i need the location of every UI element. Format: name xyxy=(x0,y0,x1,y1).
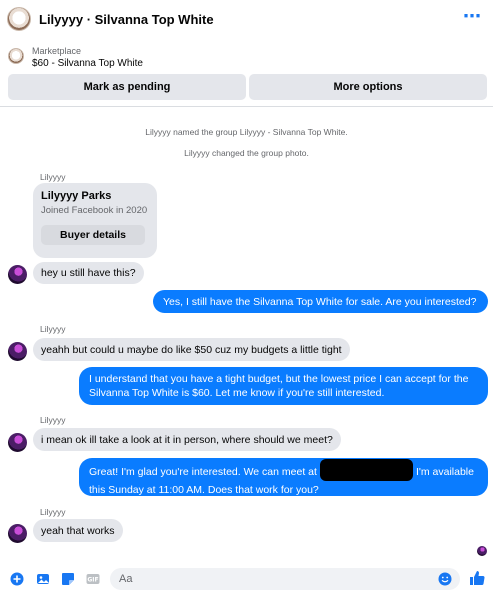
avatar[interactable] xyxy=(8,524,27,543)
svg-text:GIF: GIF xyxy=(87,577,98,584)
marketplace-listing[interactable]: Marketplace $60 - Silvanna Top White xyxy=(8,45,143,71)
conversation-title[interactable]: Lilyyyy · Silvanna Top White xyxy=(39,12,214,27)
system-message: Lilyyyy changed the group photo. xyxy=(184,148,309,158)
composer-bar: GIF Aa xyxy=(0,563,493,595)
sender-name: Lilyyyy xyxy=(40,507,66,517)
message-bubble[interactable]: I understand that you have a tight budge… xyxy=(79,367,488,405)
message-bubble[interactable]: yeah that works xyxy=(33,519,123,542)
listing-thumbnail xyxy=(8,48,24,64)
thumbs-up-icon[interactable] xyxy=(469,570,485,586)
message-bubble[interactable]: Yes, I still have the Silvanna Top White… xyxy=(153,290,488,313)
profile-name[interactable]: Lilyyyy Parks xyxy=(41,190,149,202)
message-input[interactable]: Aa xyxy=(110,568,460,590)
marketplace-label: Marketplace xyxy=(32,46,82,56)
redacted-location xyxy=(319,459,413,481)
group-avatar[interactable] xyxy=(7,7,31,31)
header-divider xyxy=(0,106,493,107)
mark-as-pending-button[interactable]: Mark as pending xyxy=(8,74,246,100)
message-text: Great! I'm glad you're interested. We ca… xyxy=(89,465,317,478)
more-options-button[interactable]: More options xyxy=(249,74,487,100)
plus-circle-icon[interactable] xyxy=(10,572,24,586)
listing-actions: Mark as pending More options xyxy=(8,74,487,100)
sender-name: Lilyyyy xyxy=(40,415,66,425)
buyer-details-button[interactable]: Buyer details xyxy=(41,225,145,245)
listing-title: $60 - Silvanna Top White xyxy=(32,58,143,69)
more-options-icon[interactable]: ⋯ xyxy=(463,7,481,26)
emoji-icon[interactable] xyxy=(438,572,452,586)
conversation-header: Lilyyyy · Silvanna Top White xyxy=(0,0,493,38)
avatar[interactable] xyxy=(8,433,27,452)
message-bubble[interactable]: Great! I'm glad you're interested. We ca… xyxy=(79,458,488,496)
photo-icon[interactable] xyxy=(36,572,50,586)
message-bubble[interactable]: i mean ok ill take a look at it in perso… xyxy=(33,428,341,451)
sender-name: Lilyyyy xyxy=(40,172,66,182)
sender-name: Lilyyyy xyxy=(40,324,66,334)
avatar[interactable] xyxy=(8,342,27,361)
profile-joined: Joined Facebook in 2020 xyxy=(41,205,148,216)
sticker-icon[interactable] xyxy=(61,572,75,586)
message-bubble[interactable]: yeahh but could u maybe do like $50 cuz … xyxy=(33,338,350,361)
read-receipt-avatar xyxy=(477,546,487,556)
system-message: Lilyyyy named the group Lilyyyy - Silvan… xyxy=(145,127,348,137)
gif-icon[interactable]: GIF xyxy=(86,572,100,586)
profile-card: Lilyyyy Parks Joined Facebook in 2020 Bu… xyxy=(33,183,157,258)
avatar[interactable] xyxy=(8,265,27,284)
message-bubble[interactable]: hey u still have this? xyxy=(33,262,144,284)
